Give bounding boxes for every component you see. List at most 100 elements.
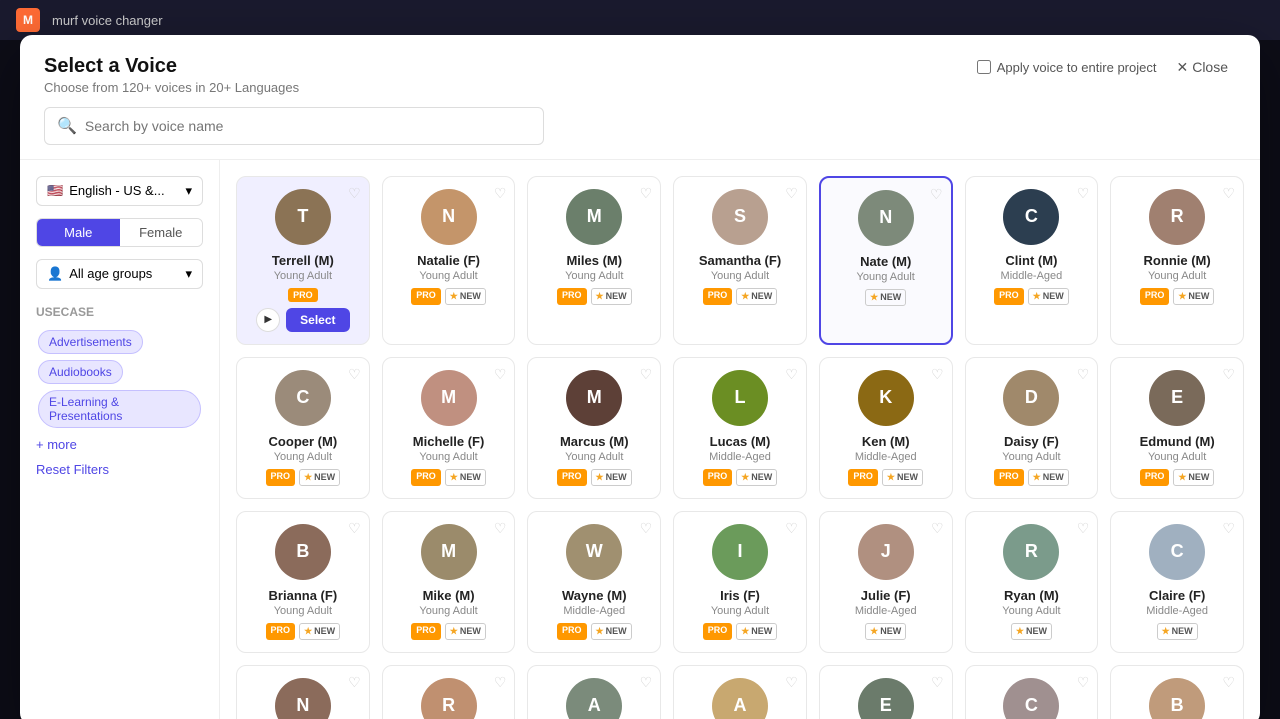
tag-advertisements[interactable]: Advertisements (38, 330, 143, 354)
pro-badge: PRO (411, 469, 441, 486)
voice-card[interactable]: ♡ S Samantha (F) Young Adult PRO★NEW (673, 176, 807, 345)
voice-card[interactable]: ♡ T Terrell (M) Young Adult PRO ▶ Select (236, 176, 370, 345)
voice-card[interactable]: ♡ J Julie (F) Middle-Aged ★NEW (819, 511, 953, 653)
voice-card[interactable]: ♡ R Ryan (M) Young Adult ★NEW (965, 511, 1099, 653)
heart-icon[interactable]: ♡ (931, 674, 944, 691)
voice-name: Lucas (M) (710, 434, 771, 449)
heart-icon[interactable]: ♡ (348, 674, 361, 691)
voice-name: Marcus (M) (560, 434, 629, 449)
avatar: D (1003, 370, 1059, 426)
voice-card[interactable]: ♡ A Ava (F) Young Adult (673, 665, 807, 719)
tag-audiobooks[interactable]: Audiobooks (38, 360, 123, 384)
heart-icon[interactable]: ♡ (640, 674, 653, 691)
avatar: I (712, 524, 768, 580)
voice-card[interactable]: ♡ E Edmund (M) Young Adult PRO★NEW (1110, 357, 1244, 499)
heart-icon[interactable]: ♡ (1222, 674, 1235, 691)
voice-card[interactable]: ♡ R Ronnie (M) Young Adult PRO★NEW (1110, 176, 1244, 345)
voice-age: Young Adult (565, 451, 623, 463)
heart-icon[interactable]: ♡ (1222, 185, 1235, 202)
voice-card[interactable]: ♡ C Cathy (F) Middle-Aged PRO (965, 665, 1099, 719)
voice-card[interactable]: ♡ E Ethan (M) Middle-Aged (819, 665, 953, 719)
heart-icon[interactable]: ♡ (1077, 674, 1090, 691)
female-button[interactable]: Female (120, 219, 203, 246)
age-select[interactable]: 👤 All age groups ▾ (36, 259, 203, 289)
voice-card[interactable]: ♡ B Brianna (F) Young Adult PRO★NEW (236, 511, 370, 653)
voice-name: Clint (M) (1005, 253, 1057, 268)
voice-card[interactable]: ♡ N Natalie (F) Young Adult PRO★NEW (382, 176, 516, 345)
voice-age: Young Adult (711, 605, 769, 617)
male-button[interactable]: Male (37, 219, 120, 246)
pro-badge: PRO (994, 469, 1024, 486)
voice-card[interactable]: ♡ M Marcus (M) Young Adult PRO★NEW (527, 357, 661, 499)
heart-icon[interactable]: ♡ (931, 366, 944, 383)
reset-filters-link[interactable]: Reset Filters (36, 462, 203, 477)
voice-card[interactable]: ♡ D Daisy (F) Young Adult PRO★NEW (965, 357, 1099, 499)
voice-card[interactable]: ♡ K Ken (M) Middle-Aged PRO★NEW (819, 357, 953, 499)
voice-card[interactable]: ♡ M Michelle (F) Young Adult PRO★NEW (382, 357, 516, 499)
voice-card[interactable]: ♡ N Nate (M) Young Adult ★NEW (819, 176, 953, 345)
flag-icon: 🇺🇸 (47, 183, 63, 199)
avatar: C (1003, 189, 1059, 245)
language-select[interactable]: 🇺🇸 English - US &... ▾ (36, 176, 203, 206)
usecase-title: Usecase (36, 305, 203, 319)
heart-icon[interactable]: ♡ (494, 520, 507, 537)
heart-icon[interactable]: ♡ (348, 520, 361, 537)
voice-name: Samantha (F) (699, 253, 781, 268)
pro-badge: PRO (1140, 288, 1170, 305)
avatar: W (566, 524, 622, 580)
voice-name: Claire (F) (1149, 588, 1205, 603)
more-link[interactable]: + more (36, 437, 203, 452)
play-button[interactable]: ▶ (256, 308, 280, 332)
close-button[interactable]: ✕ Close (1168, 55, 1236, 80)
new-badge: ★NEW (736, 623, 777, 640)
heart-icon[interactable]: ♡ (640, 185, 653, 202)
avatar: M (421, 524, 477, 580)
voice-card[interactable]: ♡ B Barry (M) Middle-Aged PRO (1110, 665, 1244, 719)
heart-icon[interactable]: ♡ (1222, 520, 1235, 537)
modal-subtitle: Choose from 120+ voices in 20+ Languages (44, 80, 299, 95)
apply-voice-checkbox[interactable] (977, 60, 991, 74)
voice-card[interactable]: ♡ C Cooper (M) Young Adult PRO★NEW (236, 357, 370, 499)
heart-icon[interactable]: ♡ (1077, 366, 1090, 383)
heart-icon[interactable]: ♡ (348, 366, 361, 383)
voice-card[interactable]: ♡ M Mike (M) Young Adult PRO★NEW (382, 511, 516, 653)
search-input[interactable] (85, 118, 531, 134)
app-logo: M (16, 8, 40, 32)
heart-icon[interactable]: ♡ (785, 520, 798, 537)
heart-icon[interactable]: ♡ (1077, 520, 1090, 537)
badges: PRO★NEW (557, 623, 632, 640)
voice-card[interactable]: ♡ N Naomi (F) Middle-Aged ★NEW (236, 665, 370, 719)
voices-grid: ♡ T Terrell (M) Young Adult PRO ▶ Select… (220, 160, 1260, 719)
heart-icon[interactable]: ♡ (348, 185, 361, 202)
voice-age: Young Adult (1148, 451, 1206, 463)
heart-icon[interactable]: ♡ (1222, 366, 1235, 383)
select-button[interactable]: Select (286, 308, 349, 332)
heart-icon[interactable]: ♡ (1077, 185, 1090, 202)
voice-card[interactable]: ♡ C Claire (F) Middle-Aged ★NEW (1110, 511, 1244, 653)
voice-card[interactable]: ♡ L Lucas (M) Middle-Aged PRO★NEW (673, 357, 807, 499)
heart-icon[interactable]: ♡ (494, 366, 507, 383)
heart-icon[interactable]: ♡ (785, 366, 798, 383)
new-badge: ★NEW (445, 288, 486, 305)
voice-name: Daisy (F) (1004, 434, 1059, 449)
voice-card[interactable]: ♡ A Adam (M) Middle-Aged (527, 665, 661, 719)
heart-icon[interactable]: ♡ (494, 674, 507, 691)
avatar: N (275, 678, 331, 719)
voice-card[interactable]: ♡ W Wayne (M) Middle-Aged PRO★NEW (527, 511, 661, 653)
heart-icon[interactable]: ♡ (494, 185, 507, 202)
heart-icon[interactable]: ♡ (640, 520, 653, 537)
heart-icon[interactable]: ♡ (930, 186, 943, 203)
heart-icon[interactable]: ♡ (640, 366, 653, 383)
heart-icon[interactable]: ♡ (785, 185, 798, 202)
new-badge: ★NEW (736, 288, 777, 305)
heart-icon[interactable]: ♡ (931, 520, 944, 537)
voice-card[interactable]: ♡ R Rachel (F) Young Adult PRO (382, 665, 516, 719)
new-badge: ★NEW (1028, 288, 1069, 305)
tag-elearning[interactable]: E-Learning & Presentations (38, 390, 201, 428)
voice-card[interactable]: ♡ I Iris (F) Young Adult PRO★NEW (673, 511, 807, 653)
avatar: T (275, 189, 331, 245)
voice-card[interactable]: ♡ M Miles (M) Young Adult PRO★NEW (527, 176, 661, 345)
heart-icon[interactable]: ♡ (785, 674, 798, 691)
avatar: B (1149, 678, 1205, 719)
voice-card[interactable]: ♡ C Clint (M) Middle-Aged PRO★NEW (965, 176, 1099, 345)
